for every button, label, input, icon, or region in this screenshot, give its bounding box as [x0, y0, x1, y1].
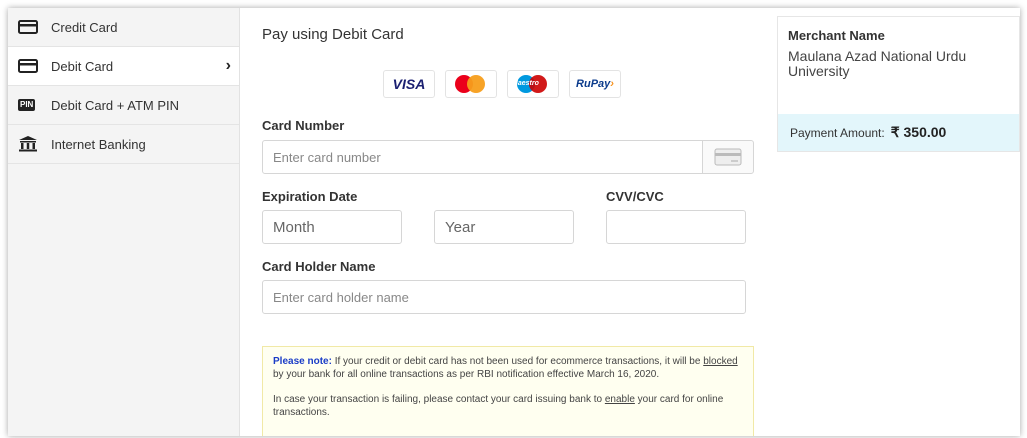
card-holder-label: Card Holder Name [262, 259, 376, 274]
card-network-logos: VISA Maestro RuPay › [383, 70, 621, 98]
sidebar-item-label: Credit Card [51, 19, 118, 35]
merchant-name-label: Merchant Name [788, 28, 885, 43]
notice-text: In case your transaction is failing, ple… [273, 394, 605, 405]
sidebar-item-debit-card[interactable]: Debit Card › [8, 47, 239, 86]
expiry-year-field[interactable] [434, 210, 574, 244]
pin-badge: PIN [18, 99, 36, 111]
pin-icon: PIN [18, 98, 40, 112]
debit-card-form: Pay using Debit Card VISA Maestro RuPay ›… [240, 8, 776, 436]
mastercard-logo [445, 70, 497, 98]
bank-icon [18, 136, 40, 152]
page-title: Pay using Debit Card [262, 26, 404, 43]
sidebar-item-debit-card-atm-pin[interactable]: PIN Debit Card + ATM PIN [8, 86, 239, 125]
notice-heading: Please note: [273, 356, 332, 367]
payment-amount-value: ₹ 350.00 [890, 124, 947, 140]
card-type-icon [702, 140, 754, 174]
merchant-panel: Merchant Name Maulana Azad National Urdu… [777, 16, 1020, 152]
cvv-field[interactable] [606, 210, 746, 244]
notice-text: by your bank for all online transactions… [273, 369, 660, 380]
sidebar-item-credit-card[interactable]: Credit Card [8, 8, 239, 47]
card-holder-field[interactable] [262, 280, 746, 314]
card-number-label: Card Number [262, 118, 345, 133]
sidebar-item-label: Internet Banking [51, 136, 146, 152]
expiry-month-field[interactable] [262, 210, 402, 244]
blocked-link[interactable]: blocked [703, 356, 737, 367]
debit-card-icon [18, 59, 40, 73]
notice-paragraph: In case your transaction is failing, ple… [273, 393, 743, 419]
maestro-logo: Maestro [507, 70, 559, 98]
card-number-input[interactable] [262, 140, 703, 174]
enable-link[interactable]: enable [605, 394, 635, 405]
notice-paragraph: Please note: If your credit or debit car… [273, 355, 743, 381]
chevron-right-icon: › [225, 57, 231, 74]
payment-method-sidebar: Credit Card Debit Card › PIN Debit Card … [8, 8, 240, 436]
cvv-label: CVV/CVC [606, 189, 664, 204]
visa-logo: VISA [383, 70, 435, 98]
sidebar-item-internet-banking[interactable]: Internet Banking [8, 125, 239, 164]
payment-amount-bar: Payment Amount: ₹ 350.00 [778, 114, 1019, 151]
sidebar-item-label: Debit Card + ATM PIN [51, 97, 179, 113]
payment-amount-label: Payment Amount: [790, 125, 885, 140]
merchant-name: Maulana Azad National Urdu University [788, 48, 967, 79]
sidebar-item-label: Debit Card [51, 58, 114, 74]
card-notice: Please note: If your credit or debit car… [262, 346, 754, 436]
notice-text: If your credit or debit card has not bee… [331, 356, 704, 367]
expiration-date-label: Expiration Date [262, 189, 358, 204]
rupay-logo: RuPay › [569, 70, 621, 98]
payment-frame: Credit Card Debit Card › PIN Debit Card … [8, 8, 1020, 436]
credit-card-icon [18, 20, 40, 34]
